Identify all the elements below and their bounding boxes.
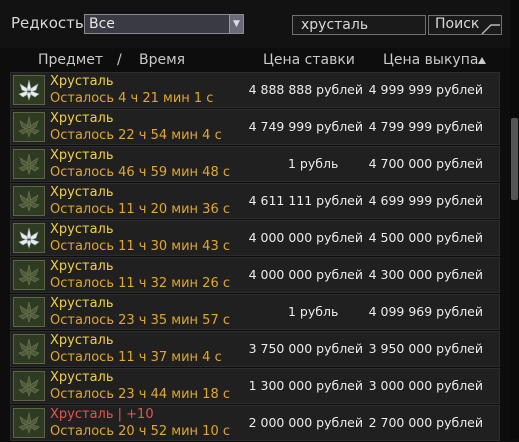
bid-price: 1 рубль [288, 156, 339, 171]
crystal-green-icon[interactable] [13, 408, 45, 438]
header-separator: / [117, 52, 122, 68]
table-row[interactable]: Хрусталь Осталось 11 ч 30 мин 43 с 4 000 0… [10, 220, 500, 256]
table-row[interactable]: Хрусталь Осталось 23 ч 44 мин 18 с 1 300 0… [10, 368, 500, 404]
rarity-select[interactable]: Все ▼ [84, 14, 244, 34]
bid-price: 4 611 111 рублей [248, 193, 363, 208]
corner-fold-icon [481, 24, 500, 35]
dropdown-arrow-icon[interactable]: ▼ [229, 15, 243, 33]
filter-bar: Редкость Все ▼ Поиск [0, 0, 519, 48]
bid-price: 4 000 000 рублей [248, 267, 363, 282]
buyout-price: 4 999 999 рублей [368, 82, 483, 97]
table-row[interactable]: Хрусталь Осталось 4 ч 21 мин 1 с 4 888 888… [10, 72, 500, 108]
time-left: Осталось 11 ч 30 мин 43 с [50, 239, 230, 254]
search-input[interactable] [292, 15, 426, 35]
time-left: Осталось 11 ч 32 мин 26 с [50, 276, 230, 291]
bid-price: 4 000 000 рублей [248, 230, 363, 245]
bid-price: 3 750 000 рублей [248, 341, 363, 356]
bid-price: 1 рубль [288, 304, 339, 319]
column-headers: Предмет / Время Цена ставки Цена выкупа [0, 50, 510, 72]
scrollbar[interactable] [510, 0, 519, 439]
time-left: Осталось 20 ч 52 мин 10 с [50, 424, 230, 439]
buyout-price: 3 950 000 рублей [368, 341, 483, 356]
table-row[interactable]: Хрусталь Осталось 46 ч 59 мин 48 с 1 рубль… [10, 146, 500, 182]
item-name: Хрусталь [50, 185, 114, 200]
crystal-green-icon[interactable] [13, 334, 45, 364]
buyout-price: 4 500 000 рублей [368, 230, 483, 245]
rarity-selected-value: Все [89, 16, 115, 32]
buyout-price: 4 799 999 рублей [368, 119, 483, 134]
item-name: Хрусталь | +10 [50, 407, 154, 422]
time-left: Осталось 23 ч 35 мин 57 с [50, 313, 230, 328]
bid-price: 4 888 888 рублей [248, 82, 363, 97]
item-name: Хрусталь [50, 148, 114, 163]
table-row[interactable]: Хрусталь Осталось 23 ч 35 мин 57 с 1 рубль… [10, 294, 500, 330]
rarity-label: Редкость [11, 14, 84, 32]
header-buyout[interactable]: Цена выкупа [383, 52, 478, 68]
header-bid[interactable]: Цена ставки [263, 52, 355, 68]
time-left: Осталось 4 ч 21 мин 1 с [50, 91, 214, 106]
header-time[interactable]: Время [139, 52, 185, 68]
table-row[interactable]: Хрусталь Осталось 11 ч 37 мин 4 с 3 750 00… [10, 331, 500, 367]
buyout-price: 4 700 000 рублей [368, 156, 483, 171]
header-item[interactable]: Предмет [38, 52, 103, 68]
item-name: Хрусталь [50, 333, 114, 348]
crystal-green-icon[interactable] [13, 297, 45, 327]
crystal-green-icon[interactable] [13, 112, 45, 142]
time-left: Осталось 23 ч 44 мин 18 с [50, 387, 230, 402]
crystal-white-icon[interactable] [13, 223, 45, 253]
bid-price: 4 749 999 рублей [248, 119, 363, 134]
crystal-green-icon[interactable] [13, 186, 45, 216]
auction-list: Хрусталь Осталось 4 ч 21 мин 1 с 4 888 888… [10, 72, 500, 442]
scrollbar-thumb[interactable] [511, 118, 518, 200]
item-name: Хрусталь [50, 370, 114, 385]
table-row[interactable]: Хрусталь | +10 Осталось 20 ч 52 мин 10 с 2… [10, 405, 500, 441]
crystal-green-icon[interactable] [13, 260, 45, 290]
item-name: Хрусталь [50, 74, 114, 89]
crystal-green-icon[interactable] [13, 371, 45, 401]
search-button[interactable]: Поиск [428, 15, 502, 35]
time-left: Осталось 22 ч 54 мин 4 с [50, 128, 222, 143]
time-left: Осталось 11 ч 20 мин 36 с [50, 202, 230, 217]
buyout-price: 4 300 000 рублей [368, 267, 483, 282]
buyout-price: 4 699 999 рублей [368, 193, 483, 208]
item-name: Хрусталь [50, 259, 114, 274]
table-row[interactable]: Хрусталь Осталось 22 ч 54 мин 4 с 4 749 99… [10, 109, 500, 145]
search-button-label: Поиск [435, 16, 480, 32]
bid-price: 2 000 000 рублей [248, 415, 363, 430]
table-row[interactable]: Хрусталь Осталось 11 ч 20 мин 36 с 4 611 1… [10, 183, 500, 219]
item-name: Хрусталь [50, 111, 114, 126]
time-left: Осталось 11 ч 37 мин 4 с [50, 350, 222, 365]
buyout-price: 3 000 000 рублей [368, 378, 483, 393]
sort-ascending-icon [478, 57, 486, 64]
bid-price: 1 300 000 рублей [248, 378, 363, 393]
table-row[interactable]: Хрусталь Осталось 11 ч 32 мин 26 с 4 000 0… [10, 257, 500, 293]
buyout-price: 2 700 000 рублей [368, 415, 483, 430]
crystal-white-icon[interactable] [13, 75, 45, 105]
buyout-price: 4 099 969 рублей [368, 304, 483, 319]
crystal-green-icon[interactable] [13, 149, 45, 179]
time-left: Осталось 46 ч 59 мин 48 с [50, 165, 230, 180]
item-name: Хрусталь [50, 222, 114, 237]
item-name: Хрусталь [50, 296, 114, 311]
